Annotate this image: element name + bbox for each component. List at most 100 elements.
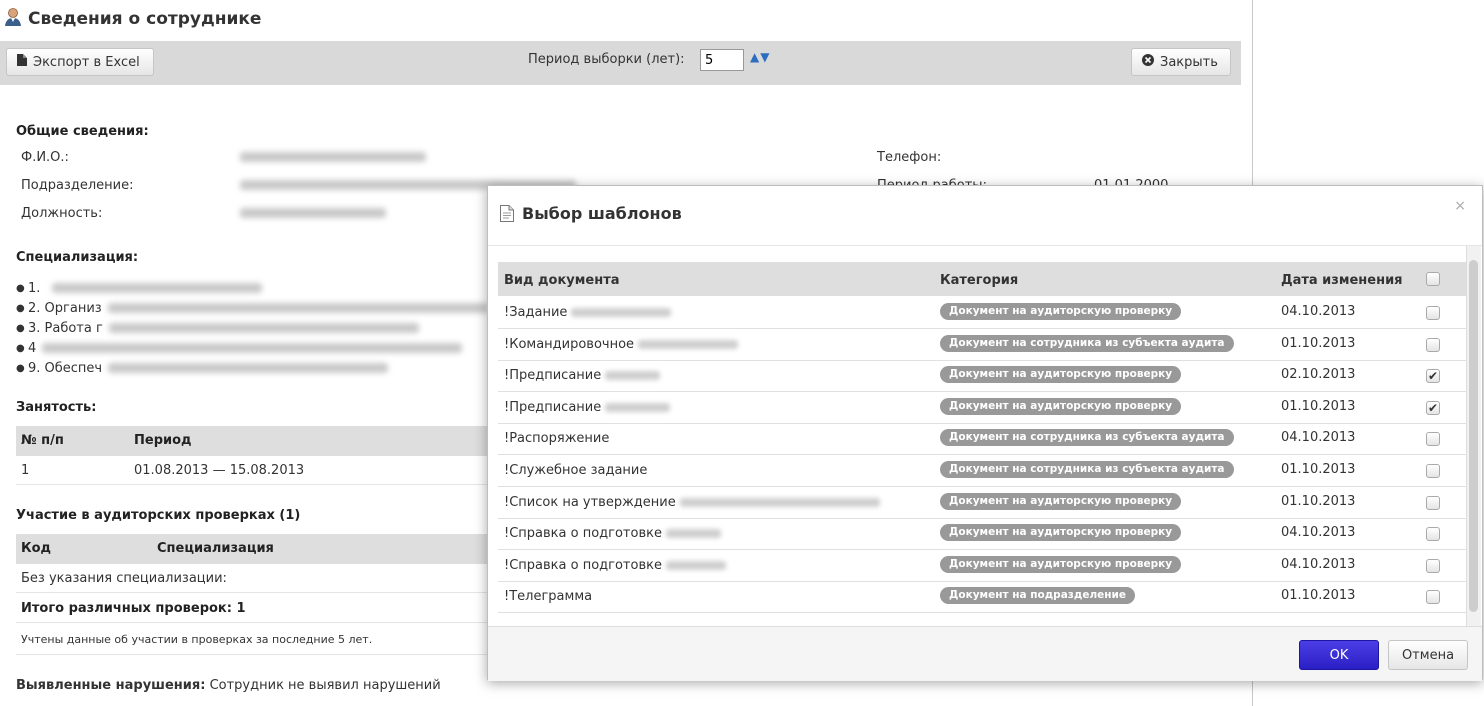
category-badge: Документ на аудиторскую проверку <box>940 524 1182 542</box>
page-header: Сведения о сотруднике <box>4 8 261 30</box>
ok-button[interactable]: OK <box>1299 640 1379 670</box>
general-info-title: Общие сведения: <box>16 124 149 139</box>
dialog-title: Выбор шаблонов <box>522 204 682 223</box>
table-row[interactable]: !Распоряжение Документ на сотрудника из с… <box>498 423 1466 456</box>
redacted-text <box>638 339 738 349</box>
select-all-checkbox[interactable] <box>1426 272 1440 286</box>
redacted-text <box>666 560 726 570</box>
template-selection-dialog: Выбор шаблонов × Вид документа Категория… <box>487 185 1483 681</box>
row-checkbox[interactable] <box>1426 432 1440 447</box>
document-type: !Предписание <box>504 368 602 384</box>
document-type: !Телеграмма <box>504 589 593 605</box>
table-row[interactable]: !Задание Документ на аудиторскую проверку… <box>498 297 1466 329</box>
document-type: !Предписание <box>504 399 602 415</box>
category-badge: Документ на аудиторскую проверку <box>940 555 1182 573</box>
employment-row-period: 01.08.2013 — 15.08.2013 <box>134 463 305 478</box>
category-badge: Документ на аудиторскую проверку <box>940 492 1182 510</box>
redacted-text <box>680 497 880 507</box>
document-type: !Справка о подготовке <box>504 526 662 542</box>
audits-note: Учтены данные об участии в проверках за … <box>21 633 373 646</box>
period-label: Период выборки (лет): <box>528 52 685 67</box>
dialog-close-icon[interactable]: × <box>1454 198 1466 214</box>
list-item: ● 9. Обеспеч <box>16 358 488 378</box>
violations-line: Выявленные нарушения: Сотрудник не выяви… <box>16 678 441 693</box>
document-type: !Распоряжение <box>504 431 610 447</box>
table-row[interactable]: !Предписание Документ на аудиторскую пров… <box>498 392 1466 424</box>
table-row[interactable]: !Командировочное Документ на сотрудника и… <box>498 329 1466 361</box>
col-date-modified: Дата изменения <box>1281 273 1403 288</box>
redacted-text <box>666 529 721 539</box>
list-item: ● 1. <box>16 278 488 298</box>
document-type: !Задание <box>504 305 568 320</box>
row-checkbox[interactable] <box>1426 337 1440 352</box>
page-icon <box>500 205 514 226</box>
templates-table-header: Вид документа Категория Дата изменения <box>498 262 1466 296</box>
specialization-list: ● 1. ● 2. Организ ● 3. Работа г ● 4 ● 9. Обес… <box>16 278 488 378</box>
date-modified: 04.10.2013 <box>1281 430 1356 446</box>
close-button-label: Закрыть <box>1160 54 1218 70</box>
redacted-text <box>571 308 671 317</box>
close-circle-icon <box>1142 54 1154 70</box>
table-row[interactable]: !Служебное задание Документ на сотрудника… <box>498 455 1466 487</box>
category-badge: Документ на сотрудника из субъекта аудит… <box>940 429 1234 447</box>
table-row[interactable]: !Справка о подготовке Документ на аудитор… <box>498 550 1466 582</box>
table-row[interactable]: !Телеграмма Документ на подразделение 01.1… <box>498 581 1466 614</box>
position-label: Должность: <box>21 206 103 221</box>
row-checkbox[interactable] <box>1426 527 1440 542</box>
specialization-title: Специализация: <box>16 250 139 265</box>
row-checkbox[interactable] <box>1426 590 1440 605</box>
date-modified: 01.10.2013 <box>1281 462 1356 477</box>
position-value-redacted <box>240 208 386 218</box>
dialog-scrollbar[interactable] <box>1466 246 1481 626</box>
date-modified: 01.10.2013 <box>1281 493 1356 509</box>
audits-col-code: Код <box>21 541 52 556</box>
page-title: Сведения о сотруднике <box>28 9 262 29</box>
document-type: !Командировочное <box>504 336 635 352</box>
list-item: ● 3. Работа г <box>16 318 488 338</box>
list-item: ● 2. Организ <box>16 298 488 318</box>
cancel-button[interactable]: Отмена <box>1388 640 1468 670</box>
close-button[interactable]: Закрыть <box>1131 48 1231 76</box>
date-modified: 01.10.2013 <box>1281 335 1356 351</box>
employment-title: Занятость: <box>16 400 97 415</box>
date-modified: 04.10.2013 <box>1281 556 1356 572</box>
phone-label: Телефон: <box>877 150 942 165</box>
audits-col-spec: Специализация <box>157 541 274 556</box>
redacted-text <box>605 402 670 412</box>
row-checkbox[interactable]: ✔ <box>1426 369 1440 384</box>
date-modified: 02.10.2013 <box>1281 367 1356 383</box>
document-type: !Список на утверждение <box>504 494 676 510</box>
violations-value: Сотрудник не выявил нарушений <box>209 678 441 693</box>
row-checkbox[interactable] <box>1426 464 1440 478</box>
table-row[interactable]: !Справка о подготовке Документ на аудитор… <box>498 518 1466 551</box>
dialog-footer: OK Отмена <box>488 626 1482 681</box>
table-row[interactable]: !Предписание Документ на аудиторскую пров… <box>498 360 1466 393</box>
fio-label: Ф.И.О.: <box>21 150 69 165</box>
category-badge: Документ на аудиторскую проверку <box>940 397 1182 415</box>
row-checkbox[interactable] <box>1426 306 1440 320</box>
violations-label: Выявленные нарушения: <box>16 678 206 693</box>
document-type: !Справка о подготовке <box>504 557 662 573</box>
export-excel-label: Экспорт в Excel <box>33 54 140 70</box>
date-modified: 01.10.2013 <box>1281 398 1356 414</box>
export-excel-button[interactable]: Экспорт в Excel <box>6 48 154 76</box>
date-modified: 04.10.2013 <box>1281 525 1356 541</box>
row-checkbox[interactable] <box>1426 558 1440 573</box>
category-badge: Документ на аудиторскую проверку <box>940 366 1182 384</box>
period-input[interactable] <box>700 49 744 71</box>
document-type: !Служебное задание <box>504 463 648 478</box>
date-modified: 04.10.2013 <box>1281 304 1356 319</box>
scrollbar-thumb[interactable] <box>1469 260 1478 612</box>
row-checkbox[interactable]: ✔ <box>1426 400 1440 415</box>
department-label: Подразделение: <box>21 178 134 193</box>
redacted-text <box>605 371 660 381</box>
document-icon <box>17 54 27 70</box>
col-category: Категория <box>940 273 1019 288</box>
employment-col-num: № п/п <box>21 433 64 448</box>
period-stepper-arrows[interactable]: ▲▼ <box>750 50 770 64</box>
table-row[interactable]: !Список на утверждение Документ на аудито… <box>498 487 1466 519</box>
audits-no-spec: Без указания специализации: <box>21 571 227 586</box>
audits-total: Итого различных проверок: 1 <box>21 601 246 616</box>
category-badge: Документ на сотрудника из субъекта аудит… <box>940 461 1234 478</box>
row-checkbox[interactable] <box>1426 495 1440 510</box>
